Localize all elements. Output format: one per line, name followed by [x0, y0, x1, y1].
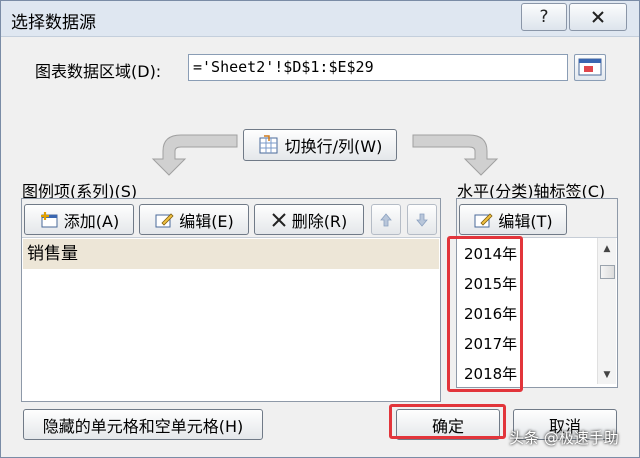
arrow-up-icon	[380, 212, 392, 226]
help-icon: ?	[539, 7, 549, 27]
edit-series-label: 编辑(E)	[179, 211, 234, 231]
move-up-button[interactable]	[371, 204, 401, 235]
close-icon	[592, 11, 604, 23]
close-button[interactable]	[569, 3, 627, 31]
range-select-icon	[578, 58, 602, 76]
switch-row-column-button[interactable]: 切换行/列(W)	[243, 129, 397, 161]
edit-series-button[interactable]: 编辑(E)	[139, 204, 249, 235]
edit-icon	[155, 212, 174, 227]
category-item-2015[interactable]: 2015年	[457, 269, 613, 299]
category-item-2018[interactable]: 2018年	[457, 359, 613, 389]
scroll-thumb[interactable]	[600, 265, 615, 279]
category-item-2017[interactable]: 2017年	[457, 329, 613, 359]
delete-series-button[interactable]: 删除(R)	[254, 204, 364, 235]
left-curved-arrow-icon	[151, 134, 238, 176]
edit-category-label: 编辑(T)	[498, 211, 553, 231]
hidden-empty-cells-button[interactable]: 隐藏的单元格和空单元格(H)	[23, 409, 263, 440]
data-range-input[interactable]: ='Sheet2'!$D$1:$E$29	[188, 54, 568, 81]
hidden-empty-cells-label: 隐藏的单元格和空单元格(H)	[42, 416, 244, 436]
add-series-label: 添加(A)	[63, 211, 120, 231]
category-scrollbar[interactable]: ▲ ▼	[597, 238, 616, 384]
help-button[interactable]: ?	[521, 3, 567, 31]
data-range-label: 图表数据区域(D):	[35, 62, 162, 81]
delete-series-label: 删除(R)	[291, 211, 348, 231]
select-data-source-dialog: 选择数据源 ? 图表数据区域(D): ='Sheet2'!$D$1:$E$29	[0, 0, 640, 458]
category-item-2016[interactable]: 2016年	[457, 299, 613, 329]
switch-row-column-label: 切换行/列(W)	[284, 137, 383, 156]
category-item-2014[interactable]: 2014年	[457, 239, 613, 269]
delete-icon	[271, 212, 286, 227]
category-list: 2014年 2015年 2016年 2017年 2018年	[457, 239, 613, 389]
series-list-item[interactable]: 销售量	[23, 239, 439, 269]
edit-icon	[474, 212, 493, 227]
dialog-title: 选择数据源	[11, 13, 96, 33]
arrow-down-icon	[416, 213, 428, 227]
collapse-dialog-button[interactable]	[574, 54, 606, 81]
add-series-button[interactable]: 添加(A)	[24, 204, 134, 235]
ok-label: 确定	[431, 416, 464, 436]
right-curved-arrow-icon	[412, 134, 499, 176]
edit-category-button[interactable]: 编辑(T)	[459, 204, 567, 235]
scroll-down-icon[interactable]: ▼	[598, 366, 616, 383]
move-down-button[interactable]	[407, 204, 437, 235]
scroll-up-icon[interactable]: ▲	[598, 240, 616, 257]
watermark: 头条 @极速手助	[509, 429, 619, 447]
ok-button[interactable]: 确定	[396, 409, 500, 440]
add-icon	[40, 211, 58, 227]
title-bar: 选择数据源 ?	[1, 1, 639, 37]
switch-row-column-icon	[259, 135, 278, 154]
